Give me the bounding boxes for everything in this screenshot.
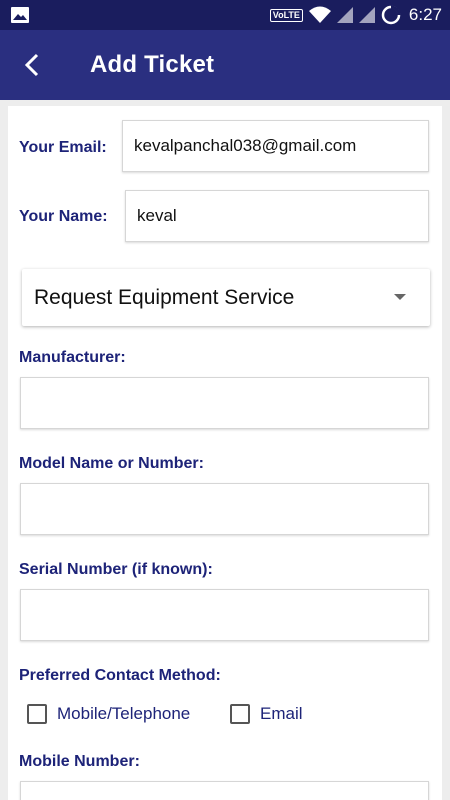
mobile-label: Mobile Number: bbox=[19, 753, 140, 770]
mobile-field[interactable] bbox=[20, 781, 429, 800]
contact-option-phone[interactable]: Mobile/Telephone bbox=[27, 704, 190, 724]
wifi-icon bbox=[308, 6, 331, 23]
request-type-dropdown[interactable]: Request Equipment Service bbox=[22, 269, 430, 326]
contact-method-label: Preferred Contact Method: bbox=[19, 667, 221, 684]
status-icons: VoLTE 6:27 bbox=[269, 0, 442, 30]
contact-option-label: Mobile/Telephone bbox=[57, 704, 191, 723]
serial-field[interactable] bbox=[20, 589, 429, 641]
caret-down-icon bbox=[394, 294, 406, 300]
signal-icon bbox=[336, 7, 353, 23]
email-label: Your Email: bbox=[19, 139, 107, 156]
contact-option-email[interactable]: Email bbox=[230, 704, 303, 724]
app-bar: Add Ticket bbox=[0, 30, 450, 100]
image-icon bbox=[11, 7, 29, 23]
model-label: Model Name or Number: bbox=[19, 455, 204, 472]
request-type-value: Request Equipment Service bbox=[34, 285, 295, 309]
email-field[interactable] bbox=[122, 120, 429, 172]
checkbox-icon[interactable] bbox=[230, 704, 250, 724]
page-title: Add Ticket bbox=[90, 51, 215, 78]
email-input[interactable] bbox=[134, 136, 428, 156]
manufacturer-label: Manufacturer: bbox=[19, 349, 126, 366]
signal-icon bbox=[358, 7, 375, 23]
model-field[interactable] bbox=[20, 483, 429, 535]
ticket-form: Your Email: Your Name: Request Equipment… bbox=[8, 106, 442, 800]
model-input[interactable] bbox=[32, 499, 428, 519]
contact-option-label: Email bbox=[260, 704, 303, 723]
name-field[interactable] bbox=[125, 190, 429, 242]
serial-input[interactable] bbox=[32, 605, 428, 625]
checkbox-icon[interactable] bbox=[27, 704, 47, 724]
manufacturer-input[interactable] bbox=[32, 393, 428, 413]
clock: 6:27 bbox=[408, 5, 442, 24]
battery-icon bbox=[381, 5, 401, 25]
manufacturer-field[interactable] bbox=[20, 377, 429, 429]
name-label: Your Name: bbox=[19, 208, 108, 225]
chevron-left-icon[interactable] bbox=[18, 50, 48, 80]
volte-badge: VoLTE bbox=[269, 8, 303, 22]
status-bar: VoLTE 6:27 bbox=[0, 0, 450, 30]
serial-label: Serial Number (if known): bbox=[19, 561, 213, 578]
name-input[interactable] bbox=[137, 206, 428, 226]
